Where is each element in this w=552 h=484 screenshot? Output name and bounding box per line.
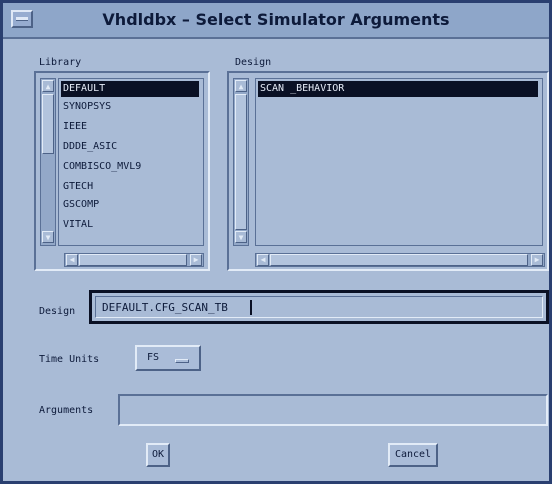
list-item[interactable]: GTECH [61, 179, 93, 195]
library-vertical-scrollbar[interactable]: ▲ ▼ [40, 78, 56, 246]
arrow-down-icon[interactable]: ▼ [42, 231, 54, 243]
time-units-label: Time Units [39, 354, 100, 365]
list-item[interactable]: COMBISCO_MVL9 [61, 159, 141, 175]
design-horizontal-scrollbar[interactable]: ◀ ▶ [255, 253, 545, 267]
list-item[interactable]: SCAN _BEHAVIOR [258, 81, 538, 97]
arrow-right-icon[interactable]: ▶ [531, 254, 543, 266]
library-panel: ▲ ▼ DEFAULT SYNOPSYS IEEE DDDE_ASIC COMB… [34, 71, 210, 271]
design-list-label: Design [235, 57, 272, 68]
design-scroll-thumb[interactable] [235, 94, 247, 230]
ok-button[interactable]: OK [146, 443, 170, 467]
title-bar[interactable]: Vhdldbx – Select Simulator Arguments [3, 3, 549, 39]
dialog-window: Vhdldbx – Select Simulator Arguments Lib… [0, 0, 552, 484]
design-field[interactable]: DEFAULT.CFG_SCAN_TB [89, 290, 549, 324]
list-item[interactable]: SYNOPSYS [61, 99, 111, 115]
arrow-left-icon[interactable]: ◀ [66, 254, 78, 266]
design-field-label: Design [39, 306, 76, 317]
list-item[interactable]: IEEE [61, 119, 87, 135]
design-hscroll-thumb[interactable] [270, 254, 528, 266]
list-item[interactable]: VITAL [61, 217, 93, 233]
cancel-button[interactable]: Cancel [388, 443, 438, 467]
window-title: Vhdldbx – Select Simulator Arguments [102, 10, 450, 29]
design-vertical-scrollbar[interactable]: ▲ ▼ [233, 78, 249, 246]
library-list: DEFAULT SYNOPSYS IEEE DDDE_ASIC COMBISCO… [58, 78, 204, 246]
library-label: Library [39, 57, 82, 68]
design-list: SCAN _BEHAVIOR [255, 78, 543, 246]
arrow-up-icon[interactable]: ▲ [42, 80, 54, 92]
arrow-left-icon[interactable]: ◀ [257, 254, 269, 266]
arguments-input[interactable] [118, 394, 548, 426]
option-menu-indicator-icon [175, 359, 189, 363]
library-hscroll-thumb[interactable] [79, 254, 187, 266]
library-horizontal-scrollbar[interactable]: ◀ ▶ [64, 253, 204, 267]
arrow-down-icon[interactable]: ▼ [235, 231, 247, 243]
arrow-up-icon[interactable]: ▲ [235, 80, 247, 92]
list-item[interactable]: DEFAULT [61, 81, 199, 97]
library-scroll-thumb[interactable] [42, 94, 54, 154]
arrow-right-icon[interactable]: ▶ [190, 254, 202, 266]
time-units-option-menu[interactable]: FS [135, 345, 201, 371]
design-list-panel: ▲ ▼ SCAN _BEHAVIOR ◀ ▶ [227, 71, 549, 271]
design-field-value: DEFAULT.CFG_SCAN_TB [102, 301, 228, 314]
text-cursor [250, 300, 252, 315]
list-item[interactable]: DDDE_ASIC [61, 139, 117, 155]
list-item[interactable]: GSCOMP [61, 197, 99, 213]
arguments-label: Arguments [39, 405, 94, 416]
time-units-value: FS [147, 352, 160, 363]
